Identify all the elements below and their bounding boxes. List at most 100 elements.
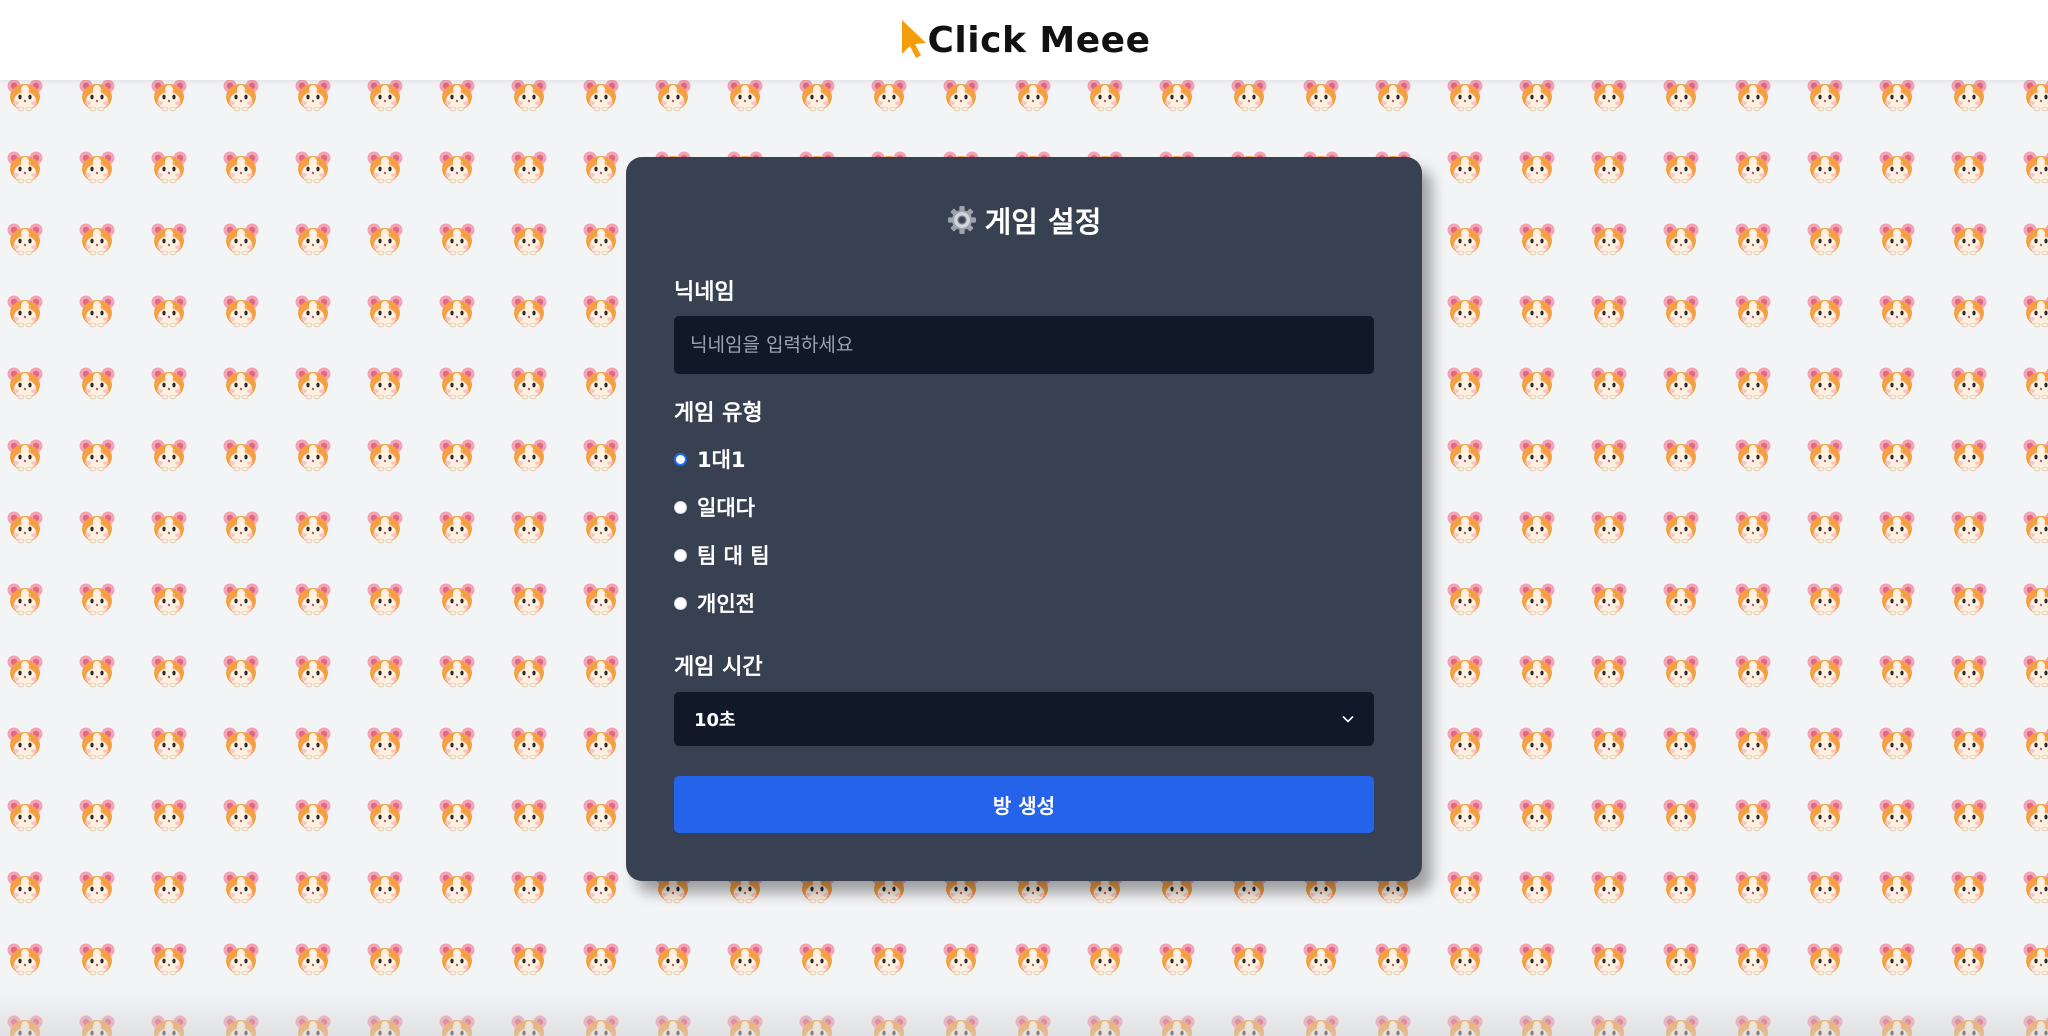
radio-button[interactable] [674,548,687,562]
hamster-face-icon [1951,943,1987,976]
hamster-face-icon [2023,295,2048,328]
radio-button[interactable] [674,596,687,610]
hamster-face-icon [511,223,547,256]
hamster-face-icon [79,655,115,688]
hamster-face-icon [583,223,619,256]
hamster-face-icon [727,943,763,976]
hamster-face-icon [1879,439,1915,472]
hamster-face-icon [151,1015,187,1036]
hamster-face-icon [1879,943,1915,976]
hamster-face-icon [439,367,475,400]
hamster-face-icon [1519,655,1555,688]
hamster-face-icon [1807,511,1843,544]
hamster-face-icon [2023,80,2048,112]
hamster-face-icon [1591,943,1627,976]
top-header: Click Meee [0,0,2048,80]
brand-name: Click Meee [927,19,1151,61]
brand-logo[interactable]: Click Meee [898,20,1151,61]
hamster-face-icon [511,367,547,400]
hamster-face-icon [7,439,43,472]
hamster-face-icon [511,655,547,688]
hamster-face-icon [151,799,187,832]
hamster-face-icon [439,583,475,616]
hamster-face-icon [1807,799,1843,832]
nickname-input[interactable] [674,316,1374,374]
hamster-face-icon [295,511,331,544]
hamster-face-icon [295,367,331,400]
hamster-face-icon [223,151,259,184]
hamster-face-icon [7,1015,43,1036]
hamster-face-icon [1375,1015,1411,1036]
hamster-face-icon [295,80,331,112]
hamster-face-icon [1015,1015,1051,1036]
hamster-face-icon [1807,943,1843,976]
hamster-face-icon [1951,367,1987,400]
hamster-face-icon [223,367,259,400]
hamster-face-icon [1807,583,1843,616]
hamster-face-icon [655,943,691,976]
game-type-option-1vmany[interactable]: 일대다 [674,492,755,522]
hamster-face-icon [1591,799,1627,832]
hamster-face-icon [1735,583,1771,616]
hamster-face-icon [223,943,259,976]
hamster-face-icon [2023,871,2048,904]
hamster-face-icon [1447,583,1483,616]
hamster-face-icon [1303,1015,1339,1036]
game-type-option-team[interactable]: 팀 대 팀 [674,540,770,570]
hamster-face-icon [7,799,43,832]
hamster-face-icon [7,727,43,760]
hamster-face-icon [1879,1015,1915,1036]
hamster-face-icon [1951,727,1987,760]
hamster-face-icon [2023,367,2048,400]
hamster-face-icon [511,511,547,544]
hamster-face-icon [1735,151,1771,184]
hamster-face-icon [1447,511,1483,544]
hamster-face-icon [511,80,547,112]
hamster-face-icon [1735,295,1771,328]
create-room-button[interactable]: 방 생성 [674,776,1374,833]
hamster-face-icon [223,1015,259,1036]
game-time-select[interactable]: 10초 [674,692,1374,746]
hamster-face-icon [79,223,115,256]
hamster-face-icon [1807,295,1843,328]
hamster-face-icon [1735,439,1771,472]
radio-button[interactable] [674,500,687,514]
hamster-face-icon [727,80,763,112]
radio-button-checked[interactable] [674,452,687,466]
hamster-face-icon [367,80,403,112]
hamster-face-icon [1591,871,1627,904]
hamster-face-icon [223,295,259,328]
hamster-face-icon [1951,80,1987,112]
hamster-face-icon [583,871,619,904]
hamster-face-icon [583,1015,619,1036]
panel-title-text: 게임 설정 [984,205,1102,239]
hamster-face-icon [1519,367,1555,400]
hamster-face-icon [295,439,331,472]
hamster-face-icon [1519,223,1555,256]
hamster-face-icon [1519,295,1555,328]
hamster-face-icon [79,583,115,616]
hamster-face-icon [439,439,475,472]
hamster-face-icon [1447,727,1483,760]
hamster-face-icon [1879,223,1915,256]
hamster-face-icon [1447,871,1483,904]
hamster-face-icon [1447,799,1483,832]
hamster-face-icon [7,80,43,112]
hamster-face-icon [1807,871,1843,904]
hamster-face-icon [1951,655,1987,688]
hamster-face-icon [1447,80,1483,112]
hamster-face-icon [1015,80,1051,112]
hamster-face-icon [1591,583,1627,616]
hamster-face-icon [439,151,475,184]
hamster-face-icon [439,511,475,544]
hamster-face-icon [1735,1015,1771,1036]
hamster-face-icon [1519,799,1555,832]
hamster-face-icon [1591,80,1627,112]
hamster-face-icon [151,151,187,184]
game-type-option-1v1[interactable]: 1대1 [674,444,746,474]
hamster-face-icon [1375,80,1411,112]
hamster-face-icon [295,223,331,256]
hamster-face-icon [1663,655,1699,688]
hamster-face-icon [943,943,979,976]
game-type-option-solo[interactable]: 개인전 [674,588,755,618]
